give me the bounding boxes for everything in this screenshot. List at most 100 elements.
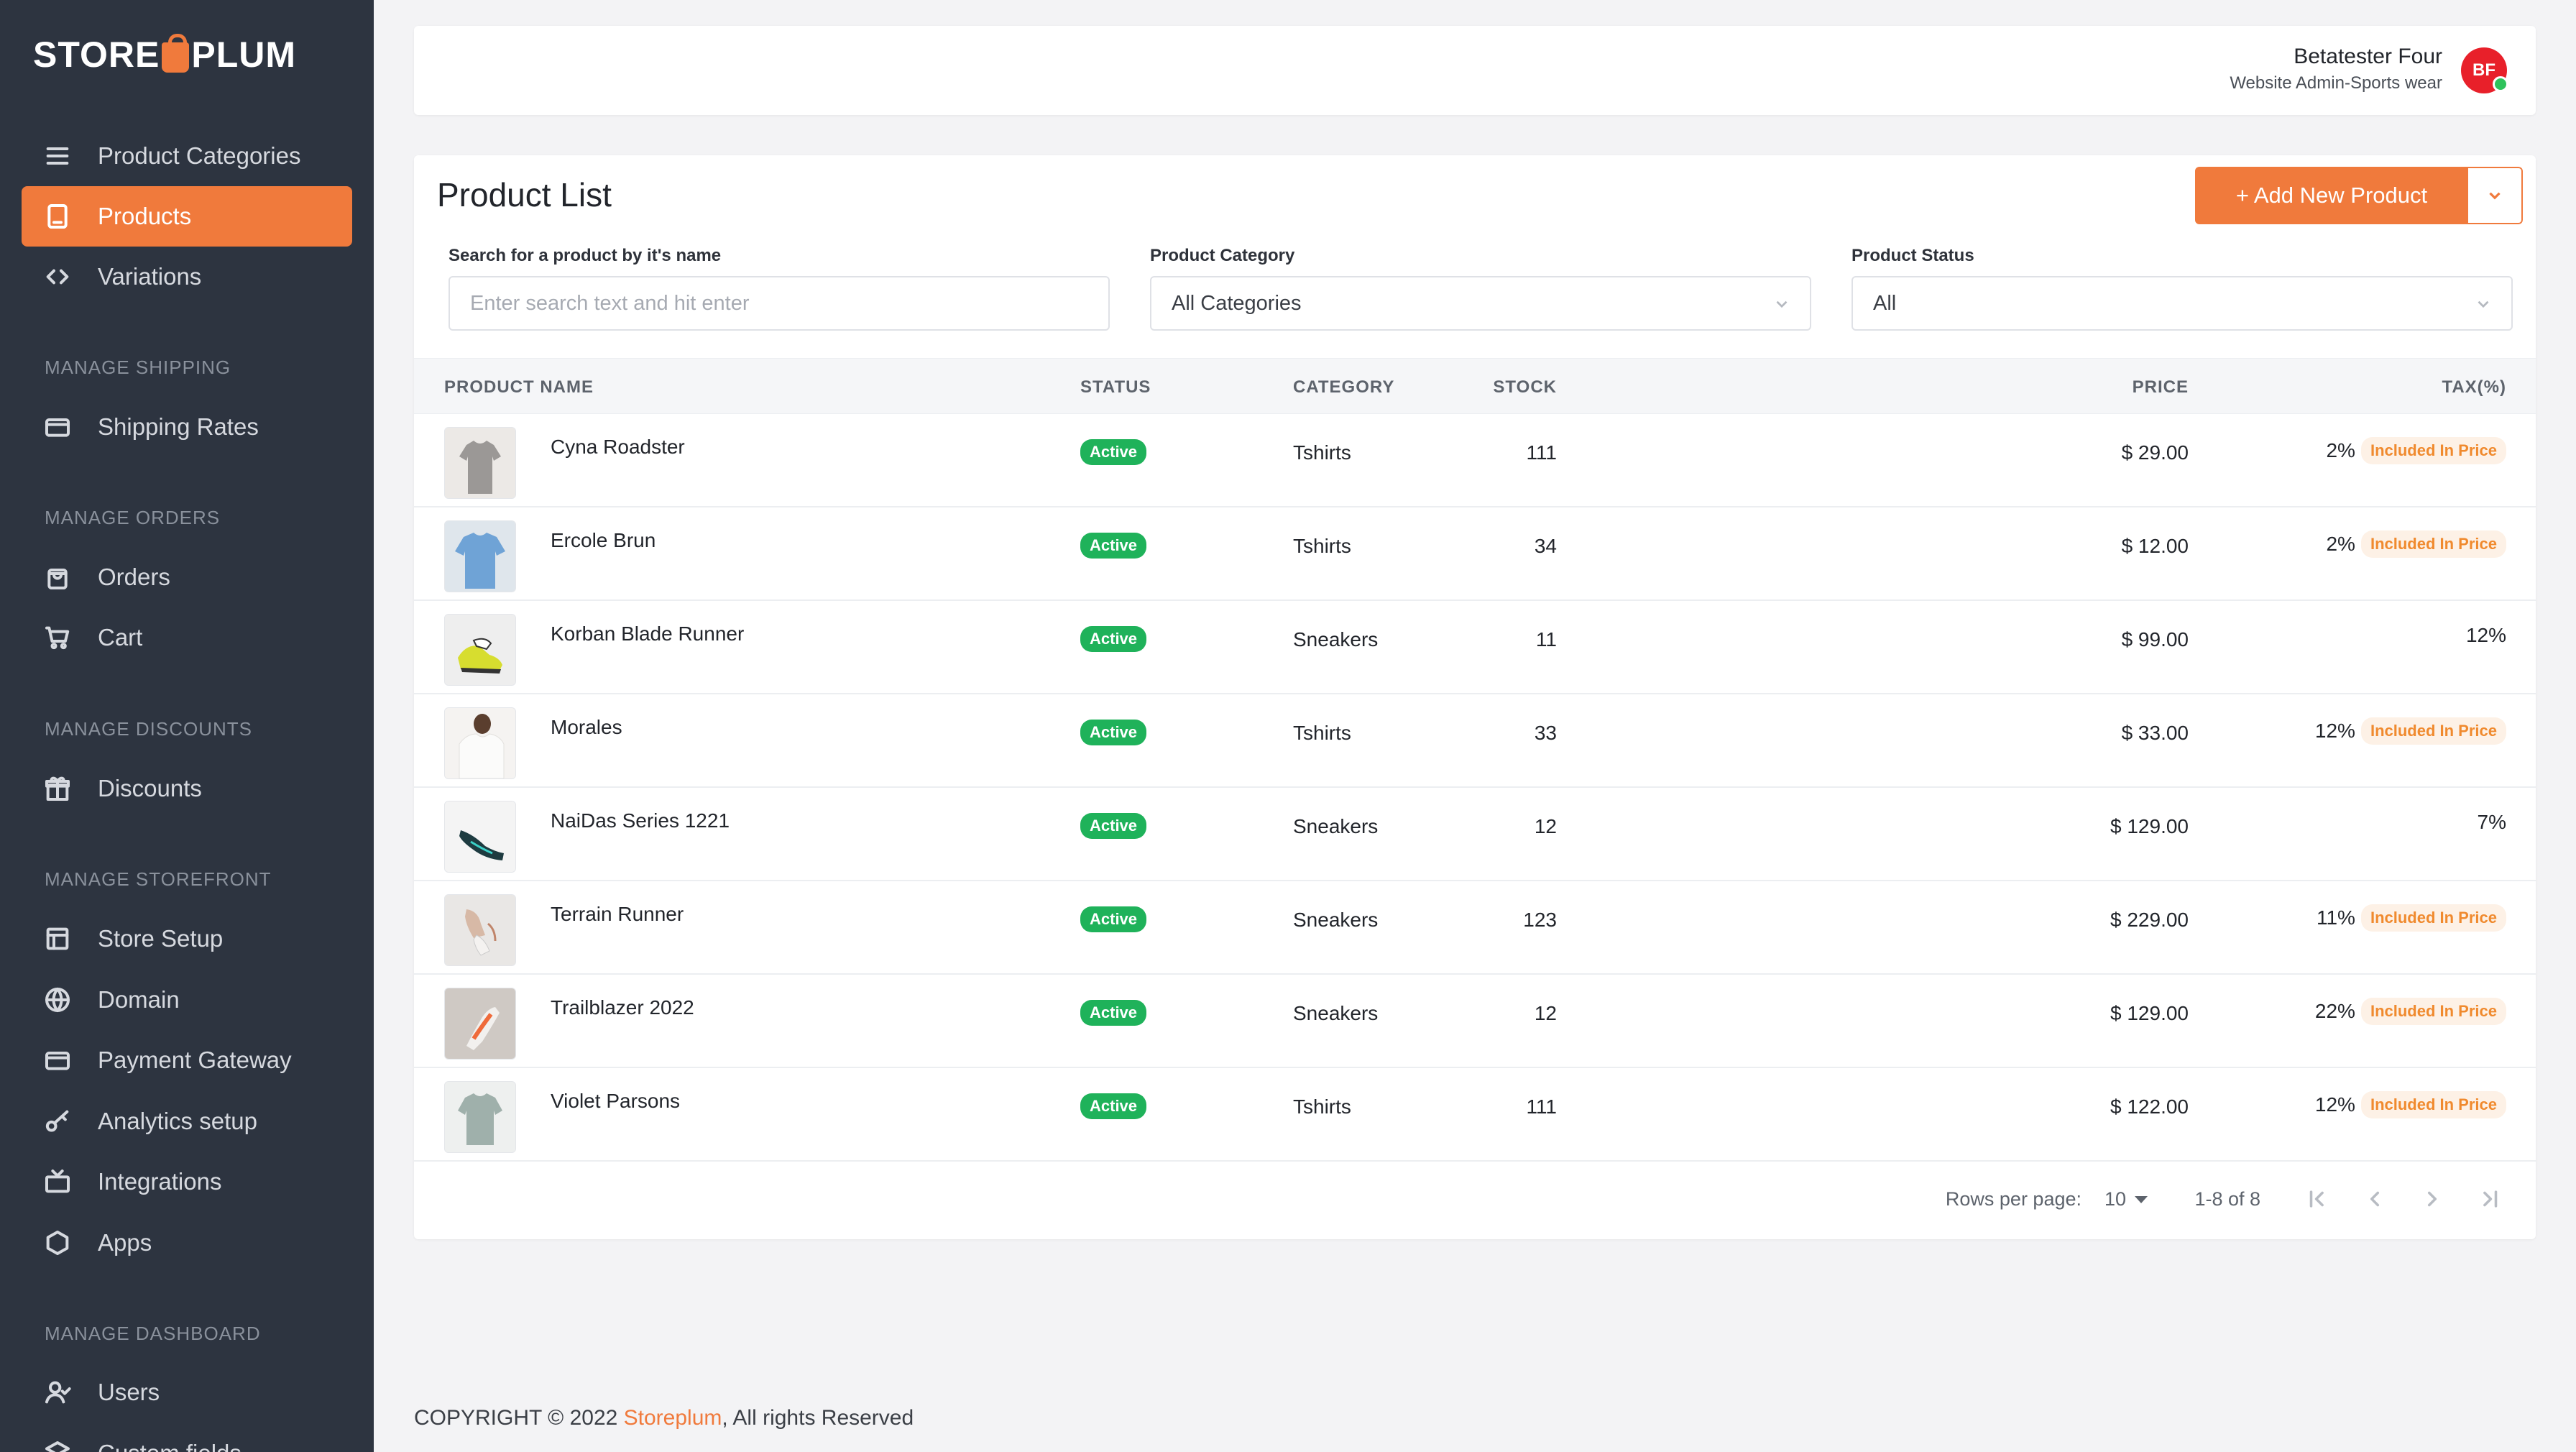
status-select[interactable]: All bbox=[1852, 276, 2513, 331]
sidebar-item-store-setup[interactable]: Store Setup bbox=[22, 909, 352, 969]
code-icon bbox=[42, 261, 73, 293]
sidebar-item-payment-gateway[interactable]: Payment Gateway bbox=[22, 1030, 352, 1090]
table-row[interactable]: Ercole Brun Active Tshirts 34 $ 12.00 2%… bbox=[414, 506, 2536, 601]
tshirt-image bbox=[445, 708, 515, 778]
product-name[interactable]: Trailblazer 2022 bbox=[551, 996, 694, 1019]
sidebar-item-shipping-rates[interactable]: Shipping Rates bbox=[22, 397, 352, 457]
storeplum-logo[interactable]: STORE PLUM bbox=[33, 32, 296, 78]
product-stock: 111 bbox=[1526, 441, 1557, 464]
table-row[interactable]: NaiDas Series 1221 Active Sneakers 12 $ … bbox=[414, 786, 2536, 881]
tshirt-image bbox=[445, 1082, 515, 1152]
product-tax: 12% bbox=[2466, 624, 2506, 647]
chevron-down-icon bbox=[2489, 192, 2501, 200]
product-stock: 123 bbox=[1523, 909, 1557, 931]
product-price: $ 12.00 bbox=[2121, 535, 2189, 557]
add-new-product-button[interactable]: + Add New Product bbox=[2195, 167, 2468, 224]
table-row[interactable]: Terrain Runner Active Sneakers 123 $ 229… bbox=[414, 880, 2536, 975]
product-thumbnail[interactable] bbox=[444, 894, 516, 966]
status-badge: Active bbox=[1080, 1093, 1147, 1119]
sidebar-item-cart[interactable]: Cart bbox=[22, 607, 352, 668]
section-title-discounts: MANAGE DISCOUNTS bbox=[45, 718, 253, 740]
product-name[interactable]: Ercole Brun bbox=[551, 529, 656, 552]
tax-value: 11% bbox=[2316, 906, 2355, 929]
product-thumbnail[interactable] bbox=[444, 801, 516, 873]
product-category: Tshirts bbox=[1293, 722, 1351, 744]
column-header-price[interactable]: PRICE bbox=[2133, 377, 2189, 398]
card-icon bbox=[42, 1044, 73, 1076]
sidebar-item-analytics-setup[interactable]: Analytics setup bbox=[22, 1091, 352, 1152]
sidebar-item-custom-fields[interactable]: Custom fields bbox=[22, 1423, 352, 1452]
first-page-button[interactable] bbox=[2301, 1183, 2333, 1215]
table-row[interactable]: Korban Blade Runner Active Sneakers 11 $… bbox=[414, 599, 2536, 694]
user-name: Betatester Four bbox=[2294, 45, 2442, 68]
storeplum-link[interactable]: Storeplum bbox=[624, 1406, 722, 1430]
section-title-dashboard: MANAGE DASHBOARD bbox=[45, 1323, 261, 1344]
status-select-value: All bbox=[1873, 291, 1897, 315]
sidebar-item-discounts[interactable]: Discounts bbox=[22, 758, 352, 819]
sidebar-item-label: Custom fields bbox=[98, 1440, 242, 1452]
column-header-product-name[interactable]: PRODUCT NAME bbox=[444, 377, 594, 398]
product-thumbnail[interactable] bbox=[444, 1081, 516, 1153]
avatar[interactable]: BF bbox=[2461, 47, 2508, 93]
add-product-dropdown-toggle[interactable] bbox=[2468, 167, 2523, 224]
sidebar-item-label: Cart bbox=[98, 624, 143, 651]
chevron-down-icon bbox=[2478, 300, 2489, 308]
table-row[interactable]: Morales Active Tshirts 33 $ 33.00 12% Inc… bbox=[414, 693, 2536, 788]
product-price: $ 129.00 bbox=[2110, 1002, 2189, 1024]
previous-page-button[interactable] bbox=[2359, 1183, 2391, 1215]
status-badge: Active bbox=[1080, 439, 1147, 465]
product-name[interactable]: Violet Parsons bbox=[551, 1090, 680, 1113]
sidebar-item-apps[interactable]: Apps bbox=[22, 1213, 352, 1273]
product-name[interactable]: Terrain Runner bbox=[551, 903, 684, 926]
table-row[interactable]: Trailblazer 2022 Active Sneakers 12 $ 12… bbox=[414, 973, 2536, 1068]
add-new-product-button-group: + Add New Product bbox=[2195, 167, 2523, 224]
table-pagination: Rows per page: 10 1-8 of 8 bbox=[414, 1156, 2536, 1239]
online-status-dot bbox=[2493, 76, 2508, 92]
included-in-price-badge: Included In Price bbox=[2360, 904, 2506, 932]
rows-per-page-value: 10 bbox=[2104, 1188, 2126, 1210]
sidebar-item-variations[interactable]: Variations bbox=[22, 247, 352, 307]
page-title: Product List bbox=[437, 176, 612, 213]
next-page-button[interactable] bbox=[2416, 1183, 2448, 1215]
product-tax: 2% Included In Price bbox=[2326, 530, 2506, 558]
category-select[interactable]: All Categories bbox=[1150, 276, 1811, 331]
column-header-stock[interactable]: STOCK bbox=[1493, 377, 1557, 398]
search-input[interactable]: Enter search text and hit enter bbox=[448, 276, 1110, 331]
product-stock: 12 bbox=[1534, 815, 1557, 837]
product-name[interactable]: Cyna Roadster bbox=[551, 436, 685, 459]
column-header-tax[interactable]: TAX(%) bbox=[2442, 377, 2506, 398]
product-stock: 111 bbox=[1526, 1095, 1557, 1118]
product-stock: 12 bbox=[1534, 1002, 1557, 1024]
tax-value: 12% bbox=[2314, 1093, 2355, 1116]
product-name[interactable]: Korban Blade Runner bbox=[551, 622, 744, 645]
product-price: $ 122.00 bbox=[2110, 1095, 2189, 1118]
status-badge: Active bbox=[1080, 533, 1147, 559]
product-name[interactable]: NaiDas Series 1221 bbox=[551, 809, 730, 832]
sidebar-item-orders[interactable]: Orders bbox=[22, 547, 352, 607]
column-header-category[interactable]: CATEGORY bbox=[1293, 377, 1394, 398]
column-header-status[interactable]: STATUS bbox=[1080, 377, 1151, 398]
sidebar-item-integrations[interactable]: Integrations bbox=[22, 1152, 352, 1212]
tax-value: 22% bbox=[2314, 1000, 2355, 1022]
table-row[interactable]: Cyna Roadster Active Tshirts 111 $ 29.00… bbox=[414, 413, 2536, 507]
sidebar-item-label: Payment Gateway bbox=[98, 1047, 292, 1073]
product-tax: 22% Included In Price bbox=[2315, 998, 2506, 1025]
product-thumbnail[interactable] bbox=[444, 707, 516, 779]
product-name[interactable]: Morales bbox=[551, 716, 622, 739]
tax-value: 12% bbox=[2465, 624, 2506, 646]
table-row[interactable]: Violet Parsons Active Tshirts 111 $ 122.… bbox=[414, 1067, 2536, 1162]
product-thumbnail[interactable] bbox=[444, 988, 516, 1060]
product-thumbnail[interactable] bbox=[444, 427, 516, 499]
tax-value: 2% bbox=[2326, 439, 2355, 461]
sidebar-item-product-categories[interactable]: Product Categories bbox=[22, 126, 352, 186]
sidebar-item-users[interactable]: Users bbox=[22, 1362, 352, 1423]
rows-per-page-select[interactable]: 10 bbox=[2104, 1188, 2148, 1210]
product-thumbnail[interactable] bbox=[444, 614, 516, 686]
sidebar-item-domain[interactable]: Domain bbox=[22, 970, 352, 1030]
gift-icon bbox=[42, 773, 73, 804]
last-page-button[interactable] bbox=[2474, 1183, 2506, 1215]
product-thumbnail[interactable] bbox=[444, 520, 516, 592]
section-title-storefront: MANAGE STOREFRONT bbox=[45, 868, 272, 890]
sneaker-image bbox=[445, 988, 515, 1059]
sidebar-item-products[interactable]: Products bbox=[22, 186, 352, 247]
